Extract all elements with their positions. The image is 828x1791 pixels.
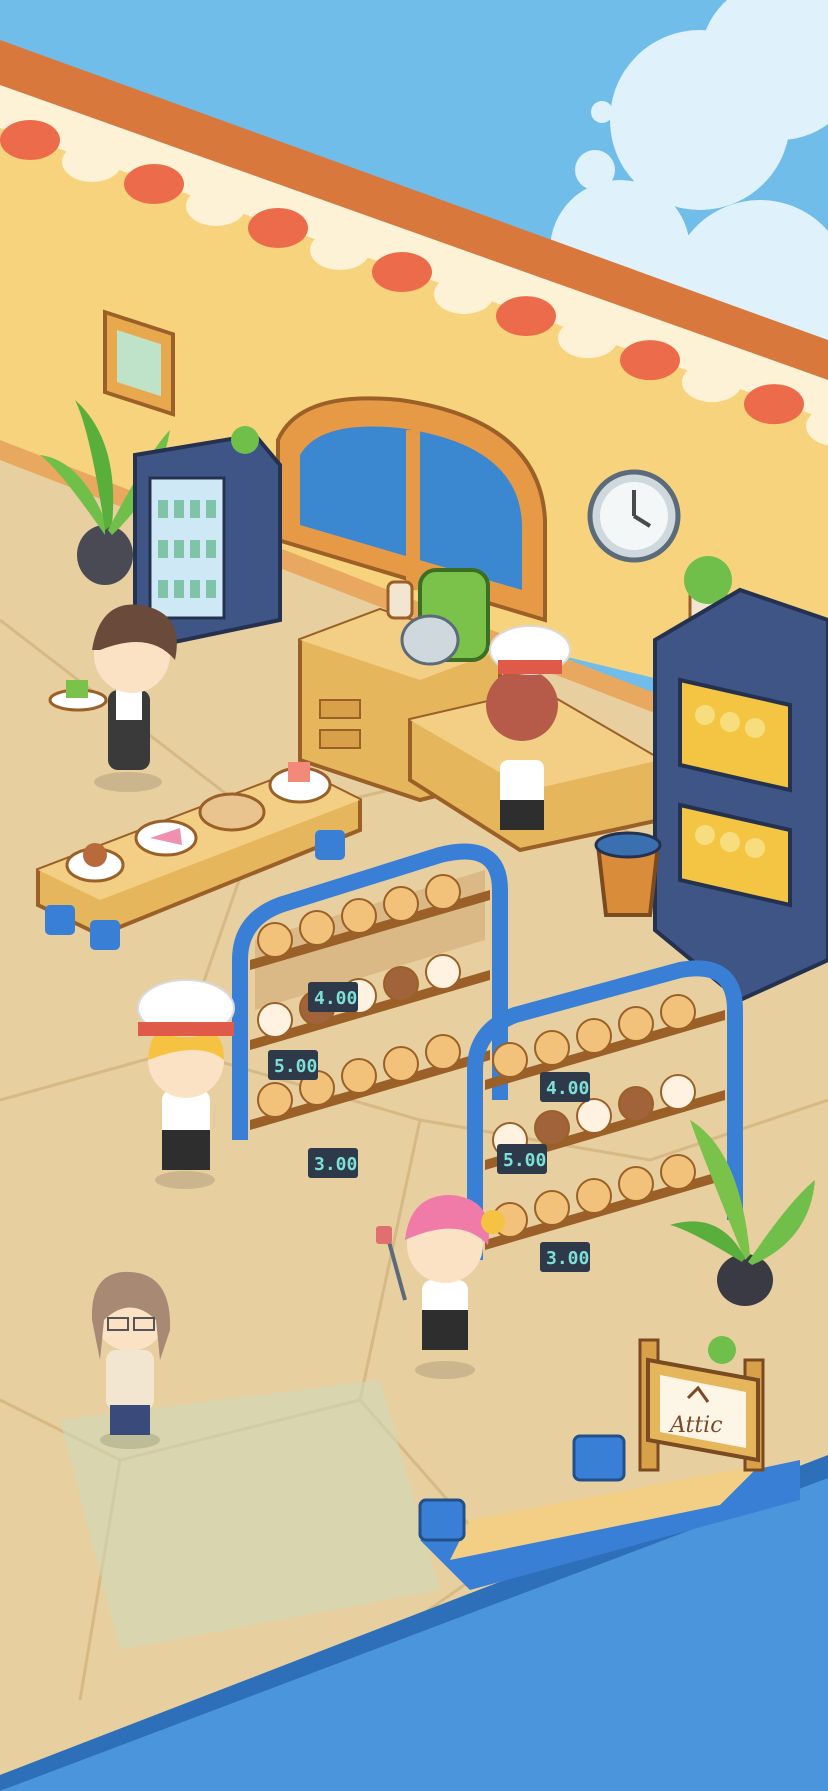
double-oven[interactable] [653,587,828,1003]
bread-item [576,1018,612,1054]
bread-item [618,1086,654,1122]
awning-scallop [372,252,432,293]
price-tag-left-middle: 5.00 [268,1050,318,1080]
attic-sign-label: Attic [668,1413,723,1438]
bread-item [425,1034,461,1070]
bread-item [660,994,696,1030]
bread-item [257,922,293,958]
trash-bin-icon[interactable] [594,831,662,917]
awning-scallop [496,296,556,337]
bread-item [341,898,377,934]
price-tag-right-middle-text: 5.00 [503,1150,546,1171]
bread-item [341,1058,377,1094]
bread-item [576,1178,612,1214]
bread-item [660,1154,696,1190]
bread-item [257,1002,293,1038]
awning-scallop [744,384,804,425]
price-tag-left-top: 4.00 [308,982,358,1012]
awning-scallop [186,186,246,227]
price-tag-right-middle: 5.00 [497,1144,547,1174]
price-tag-right-bottom: 3.00 [540,1242,590,1272]
bread-item [534,1030,570,1066]
bread-item [299,910,335,946]
awning-scallop [558,318,618,359]
bread-item [576,1098,612,1134]
price-tag-left-top-text: 4.00 [314,988,357,1009]
stand-mixer-icon [386,568,490,666]
bread-item [383,966,419,1002]
price-tag-right-top-text: 4.00 [546,1078,589,1099]
bread-item [534,1190,570,1226]
awning-scallop [682,362,742,403]
awning-scallop [124,164,184,205]
bread-item [383,886,419,922]
awning-scallop [434,274,494,315]
price-tag-left-middle-text: 5.00 [274,1056,317,1077]
bread-item [534,1110,570,1146]
bread-item [425,954,461,990]
bread-item [425,874,461,910]
awning-scallop [310,230,370,271]
bread-item [618,1006,654,1042]
awning-scallop [248,208,308,249]
bread-item [257,1082,293,1118]
price-tag-left-bottom: 3.00 [308,1148,358,1178]
bread-item [618,1166,654,1202]
game-scene: 4.00 5.00 3.00 4.00 5.00 3.00 Attic [0,0,828,1791]
bread-item [660,1074,696,1110]
bread-item [383,1046,419,1082]
awning-scallop [0,120,60,160]
price-tag-right-top: 4.00 [540,1072,590,1102]
wall-clock-icon [587,469,681,563]
price-tag-left-bottom-text: 3.00 [314,1154,357,1175]
awning-scallop [62,142,122,183]
awning-scallop [620,340,680,381]
price-tag-right-bottom-text: 3.00 [546,1248,589,1269]
bread-item [492,1042,528,1078]
